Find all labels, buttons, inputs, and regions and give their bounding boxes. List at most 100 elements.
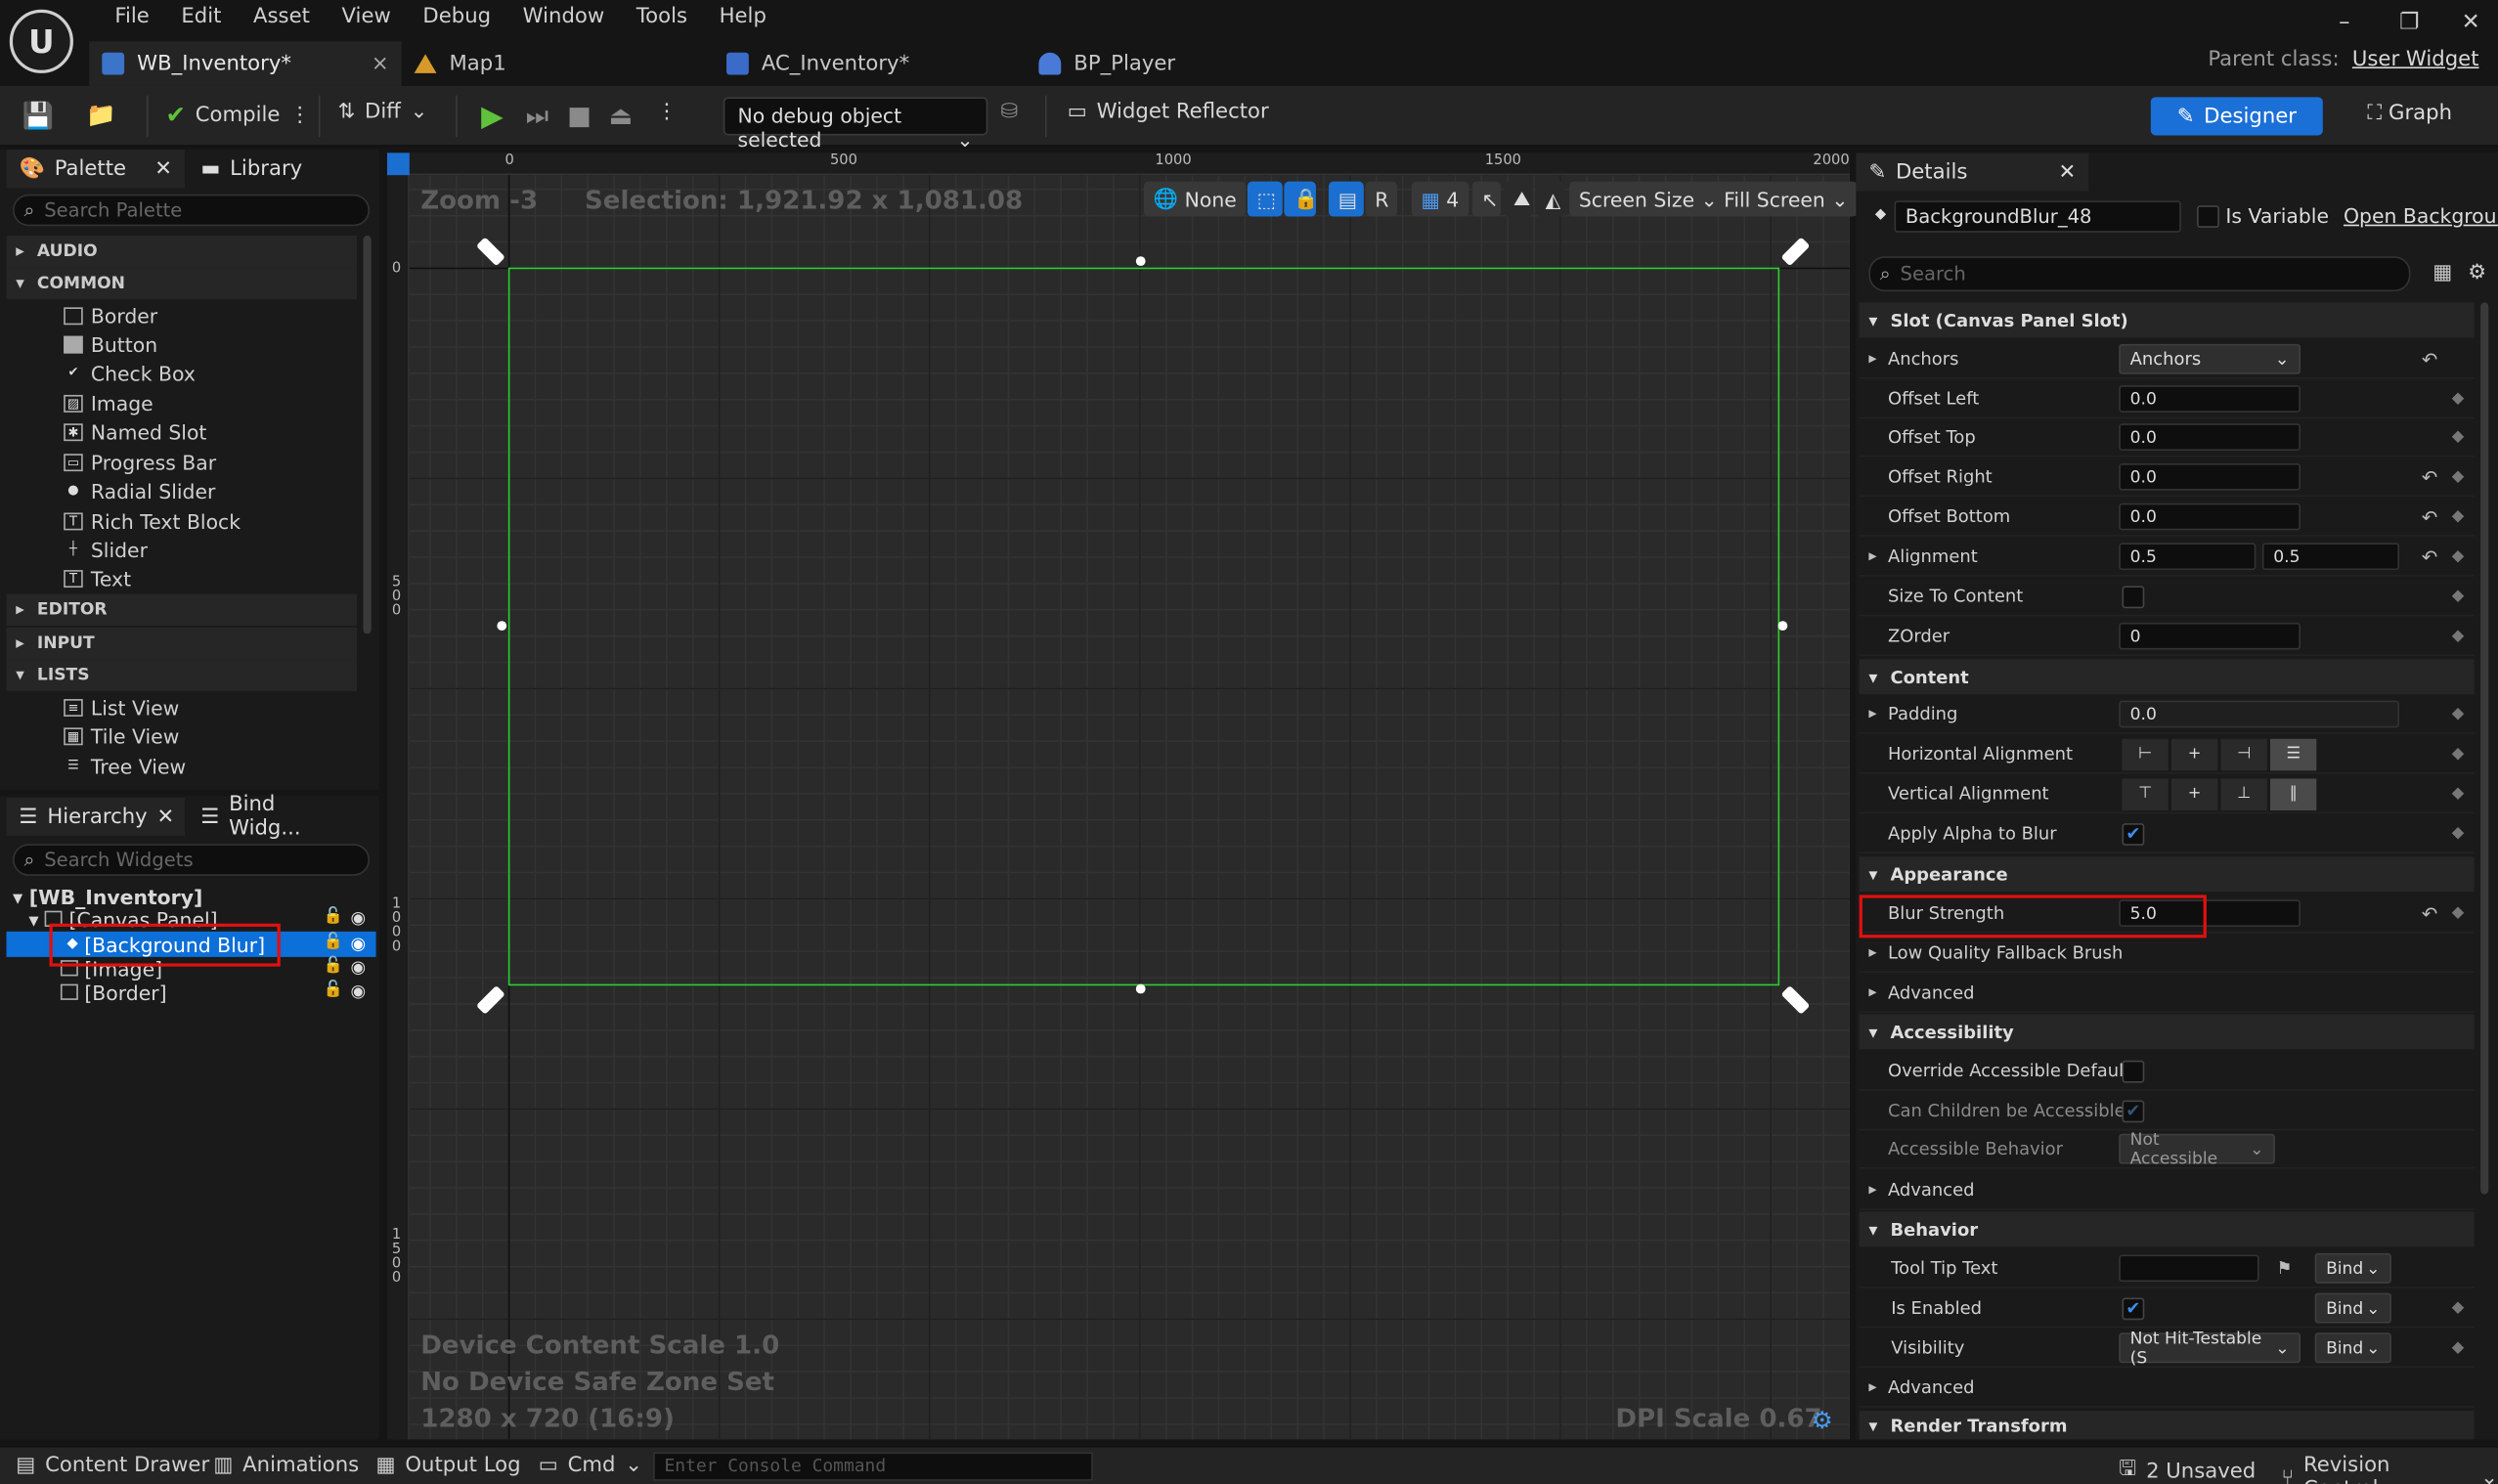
palette-search-input[interactable]: ⌕ Search Palette — [13, 194, 371, 227]
eye-icon[interactable]: ◉ — [350, 933, 366, 953]
palette-item-button[interactable]: Button — [64, 329, 157, 358]
palette-item-list-view[interactable]: ≡ List View — [64, 693, 179, 721]
menu-file[interactable]: File — [99, 3, 165, 31]
graph-button[interactable]: ⛶ Graph — [2367, 102, 2452, 125]
designer-button[interactable]: ✎ Designer — [2150, 97, 2323, 136]
zorder-input[interactable]: 0 — [2119, 622, 2301, 650]
menu-tools[interactable]: Tools — [621, 3, 704, 31]
keyframe-icon[interactable]: ◆ — [2452, 825, 2465, 843]
menu-view[interactable]: View — [326, 3, 407, 31]
minimize-icon[interactable]: – — [2339, 10, 2349, 35]
chevron-right-icon[interactable]: ▸ — [1868, 1379, 1876, 1397]
fill-screen-select[interactable]: Fill Screen ⌄ — [1714, 181, 1859, 217]
anchors-dropdown[interactable]: Anchors ⌄ — [2119, 343, 2301, 374]
section-render-transform[interactable]: ▾ Render Transform — [1859, 1411, 2475, 1440]
background-blur-widget-frame[interactable] — [507, 267, 1780, 986]
chevron-right-icon[interactable]: ▸ — [1868, 1182, 1876, 1200]
chevron-right-icon[interactable]: ▸ — [1868, 944, 1876, 962]
close-icon[interactable]: ✕ — [2058, 160, 2076, 184]
category-common[interactable]: ▾ COMMON — [6, 267, 358, 300]
content-drawer-button[interactable]: ▤ Content Drawer — [16, 1454, 209, 1477]
palette-item-named-slot[interactable]: ✱ Named Slot — [64, 417, 206, 446]
palette-scrollbar[interactable] — [363, 236, 372, 634]
palette-item-image[interactable]: ▨ Image — [64, 388, 153, 416]
animations-button[interactable]: ▥ Animations — [213, 1454, 359, 1477]
align-right-icon[interactable]: ⊣ — [2220, 737, 2267, 770]
settings-gear-icon[interactable]: ⚙ — [2468, 261, 2486, 284]
keyframe-icon[interactable]: ◆ — [2452, 1339, 2465, 1357]
palette-item-check-box[interactable]: ✔ Check Box — [64, 358, 196, 386]
offset-left-input[interactable]: 0.0 — [2119, 385, 2301, 413]
close-icon[interactable]: ✕ — [157, 805, 175, 828]
keyframe-icon[interactable]: ◆ — [2452, 745, 2465, 763]
is-variable-checkbox[interactable] — [2197, 205, 2219, 228]
resize-handle-top[interactable] — [1135, 256, 1146, 267]
align-middle-icon[interactable]: + — [2171, 777, 2218, 810]
dashed-outline-toggle[interactable]: ⬚ — [1247, 181, 1283, 217]
gear-icon[interactable]: ⚙ — [1812, 1406, 1833, 1434]
visibility-bind-dropdown[interactable]: Bind ⌄ — [2314, 1332, 2391, 1364]
tab-wb-inventory[interactable]: WB_Inventory* × — [89, 41, 402, 86]
category-editor[interactable]: ▸ EDITOR — [6, 593, 358, 627]
offset-bottom-input[interactable]: 0.0 — [2119, 502, 2301, 531]
lock-icon[interactable]: 🔓 — [324, 957, 343, 975]
revision-control-button[interactable]: ⑂ Revision Control ⌄ — [2281, 1454, 2498, 1484]
menu-edit[interactable]: Edit — [165, 3, 238, 31]
lock-toggle[interactable]: 🔒 — [1284, 181, 1319, 217]
tab-bind-widgets[interactable]: ☰ Bind Widg... — [188, 793, 363, 841]
override-accessible-checkbox[interactable] — [2122, 1059, 2145, 1082]
category-audio[interactable]: ▸ AUDIO — [6, 236, 358, 268]
stop-icon[interactable]: ■ — [567, 101, 592, 131]
align-center-icon[interactable]: + — [2171, 737, 2218, 770]
reset-arrow-icon[interactable]: ↶ — [2422, 505, 2437, 528]
flag-icon[interactable]: ⚑ — [2277, 1258, 2293, 1279]
keyframe-icon[interactable]: ◆ — [2452, 588, 2465, 605]
palette-item-progress-bar[interactable]: ▭ Progress Bar — [64, 448, 216, 476]
enabled-bind-dropdown[interactable]: Bind ⌄ — [2314, 1292, 2391, 1324]
debug-object-select[interactable]: No debug object selected ⌄ — [723, 97, 988, 152]
alignment-x-input[interactable]: 0.5 — [2119, 543, 2257, 571]
chevron-right-icon[interactable]: ▸ — [1868, 547, 1876, 565]
layout-toggle[interactable]: ▤ — [1329, 181, 1364, 217]
hierarchy-search-input[interactable]: ⌕ Search Widgets — [13, 844, 371, 876]
respect-locks-button[interactable]: R — [1365, 181, 1398, 217]
tab-details[interactable]: ✎ Details ✕ — [1856, 153, 2089, 192]
palette-item-border[interactable]: Border — [64, 301, 157, 329]
reset-arrow-icon[interactable]: ↶ — [2422, 546, 2437, 568]
diff-button[interactable]: ⇅ Diff ⌄ — [337, 101, 427, 124]
tooltip-input[interactable] — [2119, 1254, 2259, 1283]
palette-item-text[interactable]: T Text — [64, 564, 131, 592]
open-background-link[interactable]: Open Background — [2344, 203, 2498, 227]
play-options-icon[interactable]: ⋮ — [656, 101, 677, 124]
tab-ac-inventory[interactable]: AC_Inventory* — [714, 41, 1026, 86]
grid-snap-button[interactable]: ▦ 4 — [1411, 181, 1469, 217]
size-to-content-checkbox[interactable] — [2122, 585, 2145, 608]
menu-debug[interactable]: Debug — [407, 3, 506, 31]
restore-icon[interactable]: ❐ — [2399, 10, 2419, 35]
keyframe-icon[interactable]: ◆ — [2452, 785, 2465, 803]
keyframe-icon[interactable]: ◆ — [2452, 706, 2465, 723]
image-tool[interactable]: ⛰ — [1504, 181, 1533, 217]
chevron-right-icon[interactable]: ▸ — [1868, 350, 1876, 368]
play-icon[interactable]: ▶ — [481, 101, 504, 134]
reset-arrow-icon[interactable]: ↶ — [2422, 465, 2437, 488]
is-enabled-checkbox[interactable]: ✔ — [2122, 1296, 2145, 1320]
section-slot[interactable]: ▾ Slot (Canvas Panel Slot) — [1859, 302, 2475, 338]
align-top-icon[interactable]: ⊤ — [2122, 777, 2169, 810]
unreal-logo-icon[interactable]: U — [9, 9, 73, 73]
close-icon[interactable]: ✕ — [154, 156, 172, 180]
align-vfill-icon[interactable]: ∥ — [2270, 777, 2317, 810]
localization-preview-button[interactable]: 🌐 None — [1143, 181, 1247, 217]
eye-icon[interactable]: ◉ — [350, 981, 366, 1001]
align-left-icon[interactable]: ⊢ — [2122, 737, 2169, 770]
step-icon[interactable]: ⏭ — [526, 101, 548, 133]
resize-handle-right[interactable] — [1777, 621, 1788, 632]
keyframe-icon[interactable]: ◆ — [2452, 508, 2465, 526]
palette-item-rich-text-block[interactable]: T Rich Text Block — [64, 506, 241, 535]
mirror-tool[interactable]: ◭ — [1535, 181, 1565, 217]
visibility-dropdown[interactable]: Not Hit-Testable (S ⌄ — [2119, 1329, 2301, 1367]
tab-palette[interactable]: 🎨 Palette ✕ — [6, 150, 186, 189]
padding-input[interactable]: 0.0 — [2119, 700, 2400, 728]
offset-top-input[interactable]: 0.0 — [2119, 423, 2301, 451]
screen-size-select[interactable]: Screen Size ⌄ — [1569, 181, 1728, 217]
